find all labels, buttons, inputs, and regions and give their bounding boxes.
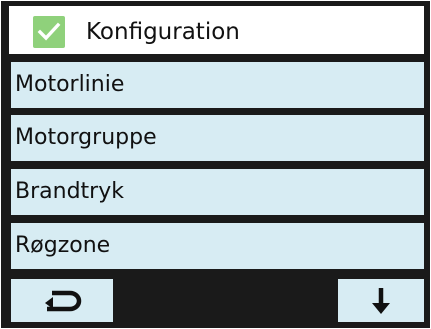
arrow-down-icon — [372, 287, 390, 314]
menu-item-label: Motorlinie — [15, 72, 125, 97]
scroll-down-button[interactable] — [336, 277, 426, 324]
menu-item-label: Motorgruppe — [15, 125, 157, 150]
menu-item-motorlinie[interactable]: Motorlinie — [9, 60, 426, 110]
footer-gap — [115, 277, 336, 324]
menu-item-brandtryk[interactable]: Brandtryk — [9, 167, 426, 217]
header-bar: Konfiguration — [7, 4, 426, 56]
checkmark-icon — [33, 16, 65, 48]
menu-item-motorgruppe[interactable]: Motorgruppe — [9, 113, 426, 163]
page-title: Konfiguration — [86, 19, 240, 45]
configuration-screen: Konfiguration Motorlinie Motorgruppe Bra… — [0, 0, 431, 329]
menu-item-label: Brandtryk — [15, 179, 124, 204]
menu-item-rogzone[interactable]: Røgzone — [9, 221, 426, 271]
menu-item-label: Røgzone — [15, 233, 111, 258]
return-icon — [45, 290, 82, 311]
back-button[interactable] — [9, 277, 115, 324]
